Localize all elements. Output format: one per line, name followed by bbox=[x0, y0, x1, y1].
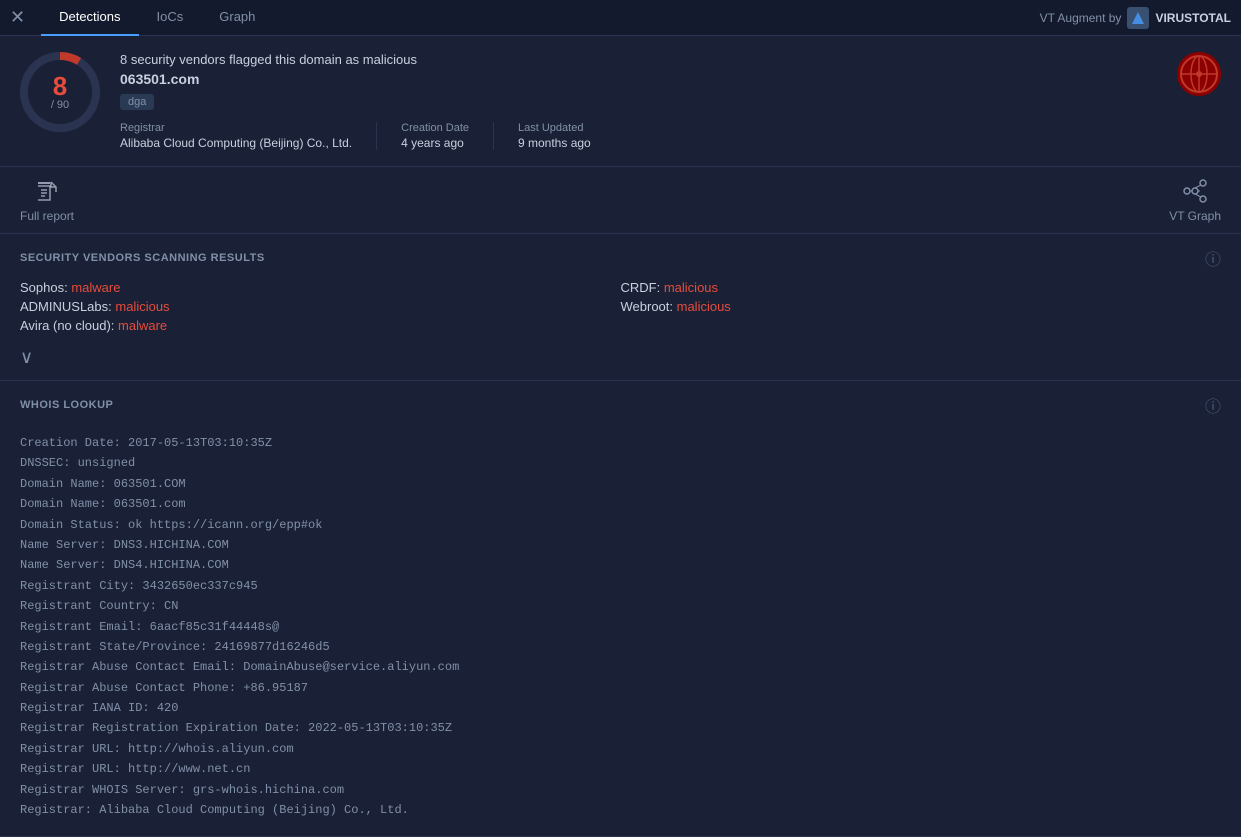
whois-content: Creation Date: 2017-05-13T03:10:35Z DNSS… bbox=[0, 425, 1241, 836]
meta-row: Registrar Alibaba Cloud Computing (Beiji… bbox=[120, 122, 1157, 150]
detection-adminuslabs: ADMINUSLabs: malicious bbox=[20, 297, 621, 316]
updated-section: Last Updated 9 months ago bbox=[518, 122, 615, 150]
domain-name: 063501.com bbox=[120, 71, 1157, 87]
creation-value: 4 years ago bbox=[401, 136, 469, 150]
header-section: 8 / 90 8 security vendors flagged this d… bbox=[0, 36, 1241, 167]
score-inner: 8 / 90 bbox=[28, 60, 92, 124]
detection-crdf: CRDF: malicious bbox=[621, 278, 1222, 297]
creation-section: Creation Date 4 years ago bbox=[401, 122, 494, 150]
header-info: 8 security vendors flagged this domain a… bbox=[120, 52, 1157, 150]
full-report-icon bbox=[33, 177, 61, 205]
show-more-button[interactable]: ∨ bbox=[0, 343, 1241, 380]
vt-graph-label: VT Graph bbox=[1169, 209, 1221, 223]
whois-section-title: WHOIS LOOKUP bbox=[20, 399, 113, 411]
security-info-icon[interactable]: ⓘ bbox=[1205, 246, 1221, 270]
registrar-section: Registrar Alibaba Cloud Computing (Beiji… bbox=[120, 122, 377, 150]
score-number: 8 bbox=[53, 73, 67, 99]
whois-info-icon[interactable]: ⓘ bbox=[1205, 393, 1221, 417]
security-section-title: SECURITY VENDORS SCANNING RESULTS bbox=[20, 252, 265, 264]
augment-label: VT Augment by VIRUSTOTAL bbox=[1040, 7, 1231, 29]
whois-section-header: WHOIS LOOKUP ⓘ bbox=[0, 381, 1241, 425]
vt-graph-icon bbox=[1181, 177, 1209, 205]
registrar-value: Alibaba Cloud Computing (Beijing) Co., L… bbox=[120, 136, 352, 150]
virustotal-icon bbox=[1127, 7, 1149, 29]
tab-iocs[interactable]: IoCs bbox=[139, 0, 202, 36]
score-denom: / 90 bbox=[51, 99, 69, 111]
score-circle: 8 / 90 bbox=[20, 52, 100, 132]
whois-section: WHOIS LOOKUP ⓘ Creation Date: 2017-05-13… bbox=[0, 381, 1241, 837]
detection-col-left: Sophos: malware ADMINUSLabs: malicious A… bbox=[20, 278, 621, 335]
creation-label: Creation Date bbox=[401, 122, 469, 134]
dga-tag: dga bbox=[120, 94, 154, 110]
detection-sophos: Sophos: malware bbox=[20, 278, 621, 297]
detection-grid: Sophos: malware ADMINUSLabs: malicious A… bbox=[0, 278, 1241, 343]
detection-col-right: CRDF: malicious Webroot: malicious bbox=[621, 278, 1222, 335]
tab-detections[interactable]: Detections bbox=[41, 0, 138, 36]
vt-graph-button[interactable]: VT Graph bbox=[1169, 177, 1221, 223]
full-report-label: Full report bbox=[20, 209, 74, 223]
detection-avira: Avira (no cloud): malware bbox=[20, 316, 621, 335]
security-section: SECURITY VENDORS SCANNING RESULTS ⓘ Soph… bbox=[0, 234, 1241, 381]
nav-tabs: Detections IoCs Graph bbox=[41, 0, 1040, 36]
actions-row: Full report VT Graph bbox=[0, 167, 1241, 234]
full-report-button[interactable]: Full report bbox=[20, 177, 74, 223]
security-section-header: SECURITY VENDORS SCANNING RESULTS ⓘ bbox=[0, 234, 1241, 278]
close-button[interactable]: ✕ bbox=[10, 7, 25, 28]
avatar bbox=[1177, 52, 1221, 96]
detection-webroot: Webroot: malicious bbox=[621, 297, 1222, 316]
top-nav: ✕ Detections IoCs Graph VT Augment by VI… bbox=[0, 0, 1241, 36]
updated-value: 9 months ago bbox=[518, 136, 591, 150]
updated-label: Last Updated bbox=[518, 122, 591, 134]
tab-graph[interactable]: Graph bbox=[201, 0, 273, 36]
registrar-label: Registrar bbox=[120, 122, 352, 134]
flag-text: 8 security vendors flagged this domain a… bbox=[120, 52, 1157, 67]
